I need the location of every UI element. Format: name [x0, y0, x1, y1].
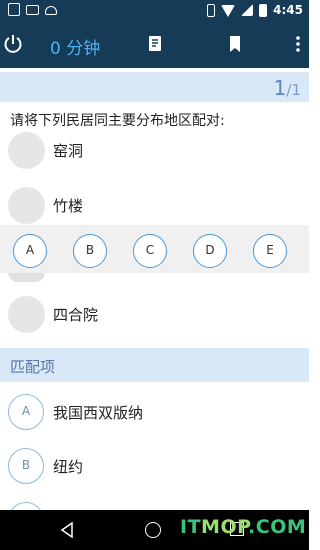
- premise-label: 竹楼: [53, 197, 84, 215]
- page-current: 1: [273, 76, 287, 100]
- page-total: 1: [291, 81, 301, 99]
- premise-answer-slot: [8, 272, 45, 282]
- watermark-part1: IT: [180, 516, 202, 538]
- choice-a-button[interactable]: A: [13, 234, 47, 268]
- premise-answer-slot[interactable]: [8, 187, 45, 224]
- status-bar: 4:45: [0, 0, 309, 22]
- match-item: A 我国西双版纳: [8, 394, 298, 434]
- premise-answer-slot[interactable]: [8, 296, 45, 333]
- status-time: 4:45: [273, 3, 303, 17]
- page-indicator-bar: 1/1: [0, 72, 309, 102]
- battery-icon: [259, 3, 268, 17]
- match-item: B 纽约: [8, 448, 298, 488]
- choice-bar: A B C D E: [0, 225, 309, 273]
- power-button[interactable]: [2, 32, 24, 56]
- home-icon[interactable]: [145, 522, 161, 538]
- match-letter-badge: B: [8, 448, 44, 484]
- timer-title: 0 分钟: [50, 39, 101, 59]
- more-button[interactable]: [290, 32, 306, 56]
- answer-card-button[interactable]: [144, 32, 166, 56]
- bookmark-button[interactable]: [224, 32, 246, 56]
- premise-answer-slot[interactable]: [8, 132, 45, 169]
- premise-item[interactable]: 窑洞: [8, 132, 298, 172]
- match-label: 纽约: [53, 458, 84, 476]
- premise-item[interactable]: 竹楼: [8, 187, 298, 227]
- wifi-icon: [221, 4, 236, 17]
- mail-icon: [26, 5, 39, 15]
- choice-c-button[interactable]: C: [133, 234, 167, 268]
- more-icon: [296, 36, 300, 52]
- page-indicator: 1/1: [274, 76, 301, 100]
- back-icon[interactable]: [60, 522, 74, 538]
- question-text: 请将下列民居同主要分布地区配对:: [10, 113, 225, 129]
- premise-item[interactable]: 四合院: [8, 296, 298, 336]
- match-section-header: 匹配项: [0, 348, 309, 382]
- system-nav-bar: ITMOP.COM: [0, 510, 309, 550]
- watermark: ITMOP.COM: [180, 516, 306, 538]
- choice-e-button[interactable]: E: [253, 234, 287, 268]
- vibrate-icon: [207, 3, 216, 17]
- signal-icon: [241, 4, 254, 16]
- premise-label: 窑洞: [53, 142, 84, 160]
- app-screen: 4:45 0 分钟 1/1 请将下列民居同主要分布地区配对: 窑洞 竹楼 A B…: [0, 0, 309, 550]
- download-icon: [8, 3, 20, 16]
- match-section-title: 匹配项: [10, 358, 56, 376]
- match-letter-badge: A: [8, 394, 44, 430]
- watermark-part2: MOP: [201, 516, 249, 538]
- match-label: 我国西双版纳: [53, 404, 144, 422]
- watermark-part3: .COM: [248, 516, 307, 538]
- bookmark-icon: [230, 36, 240, 52]
- choice-b-button[interactable]: B: [73, 234, 107, 268]
- answer-card-icon: [149, 36, 161, 51]
- choice-d-button[interactable]: D: [193, 234, 227, 268]
- app-bar: 0 分钟: [0, 22, 309, 68]
- premise-label: 四合院: [53, 306, 99, 324]
- android-icon: [45, 6, 57, 15]
- power-icon: [4, 35, 22, 53]
